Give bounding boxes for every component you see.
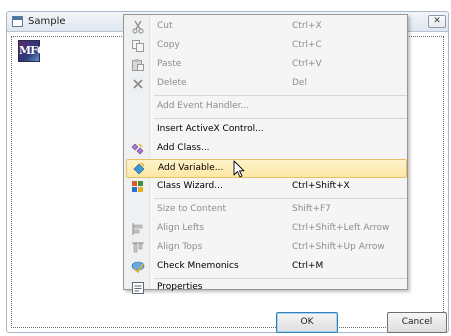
cancel-button[interactable]: Cancel xyxy=(387,312,447,333)
check-mnemonics-icon xyxy=(131,260,145,274)
ok-button[interactable]: OK xyxy=(276,312,338,333)
menu-item-check-mnemonics[interactable]: Check Mnemonics Ctrl+M xyxy=(126,258,407,277)
menu-item-label: Check Mnemonics xyxy=(157,261,239,271)
add-class-icon xyxy=(131,142,145,156)
delete-icon xyxy=(131,77,145,91)
menu-item-size-to-content[interactable]: Size to Content Shift+F7 xyxy=(126,201,407,220)
menu-item-cut[interactable]: Cut Ctrl+X xyxy=(126,18,407,37)
menu-item-label: Size to Content xyxy=(157,204,227,214)
context-menu: Cut Ctrl+X Copy Ctrl+C Paste Ctrl+V Dele… xyxy=(123,14,408,294)
menu-item-label: Cut xyxy=(157,21,173,31)
menu-item-insert-activex-control[interactable]: Insert ActiveX Control... xyxy=(126,121,407,140)
align-tops-icon xyxy=(131,241,145,255)
paste-icon xyxy=(131,58,145,72)
menu-item-label: Add Class... xyxy=(157,143,210,153)
window-title: Sample xyxy=(28,16,66,27)
close-button[interactable]: ✕ xyxy=(428,15,446,28)
menu-item-paste[interactable]: Paste Ctrl+V xyxy=(126,56,407,75)
menu-item-shortcut: Ctrl+Shift+X xyxy=(292,181,350,191)
menu-item-shortcut: Ctrl+C xyxy=(292,40,322,50)
menu-separator xyxy=(154,198,407,199)
menu-item-class-wizard[interactable]: Class Wizard... Ctrl+Shift+X xyxy=(126,178,407,197)
window-icon xyxy=(12,16,23,27)
align-lefts-icon xyxy=(131,222,145,236)
menu-item-label: Insert ActiveX Control... xyxy=(157,124,264,134)
menu-item-align-tops[interactable]: Align Tops Ctrl+Shift+Up Arrow xyxy=(126,239,407,258)
menu-separator xyxy=(154,118,407,119)
cut-icon xyxy=(131,20,145,34)
menu-item-label: Paste xyxy=(157,59,182,69)
class-wizard-icon xyxy=(131,180,145,194)
menu-item-shortcut: Ctrl+X xyxy=(292,21,322,31)
menu-item-label: Properties xyxy=(157,282,203,292)
mfc-app-icon[interactable]: MFC xyxy=(18,40,46,62)
menu-item-label: Copy xyxy=(157,40,180,50)
add-variable-icon xyxy=(132,162,146,176)
menu-item-label: Align Lefts xyxy=(157,223,205,233)
copy-icon xyxy=(131,39,145,53)
menu-item-shortcut: Ctrl+Shift+Up Arrow xyxy=(292,242,385,252)
menu-item-label: Class Wizard... xyxy=(157,181,223,191)
menu-item-label: Add Variable... xyxy=(158,163,224,173)
menu-item-label: Add Event Handler... xyxy=(157,101,250,111)
menu-item-add-variable[interactable]: Add Variable... xyxy=(126,159,407,178)
menu-item-shortcut: Del xyxy=(292,78,307,88)
mouse-pointer-icon xyxy=(233,160,245,178)
screenshot-canvas: Sample ✕ MFC OK Cancel Cut Ctrl+X Copy C… xyxy=(0,0,451,336)
menu-item-shortcut: Shift+F7 xyxy=(292,204,331,214)
menu-separator xyxy=(154,95,407,96)
menu-item-properties[interactable]: Properties xyxy=(126,279,407,298)
menu-item-add-class[interactable]: Add Class... xyxy=(126,140,407,159)
menu-item-label: Align Tops xyxy=(157,242,203,252)
menu-item-align-lefts[interactable]: Align Lefts Ctrl+Shift+Left Arrow xyxy=(126,220,407,239)
menu-item-add-event-handler[interactable]: Add Event Handler... xyxy=(126,98,407,117)
menu-item-shortcut: Ctrl+Shift+Left Arrow xyxy=(292,223,390,233)
menu-item-label: Delete xyxy=(157,78,187,88)
menu-item-shortcut: Ctrl+V xyxy=(292,59,322,69)
menu-item-shortcut: Ctrl+M xyxy=(292,261,324,271)
properties-icon xyxy=(131,281,145,295)
menu-item-delete[interactable]: Delete Del xyxy=(126,75,407,94)
menu-item-copy[interactable]: Copy Ctrl+C xyxy=(126,37,407,56)
